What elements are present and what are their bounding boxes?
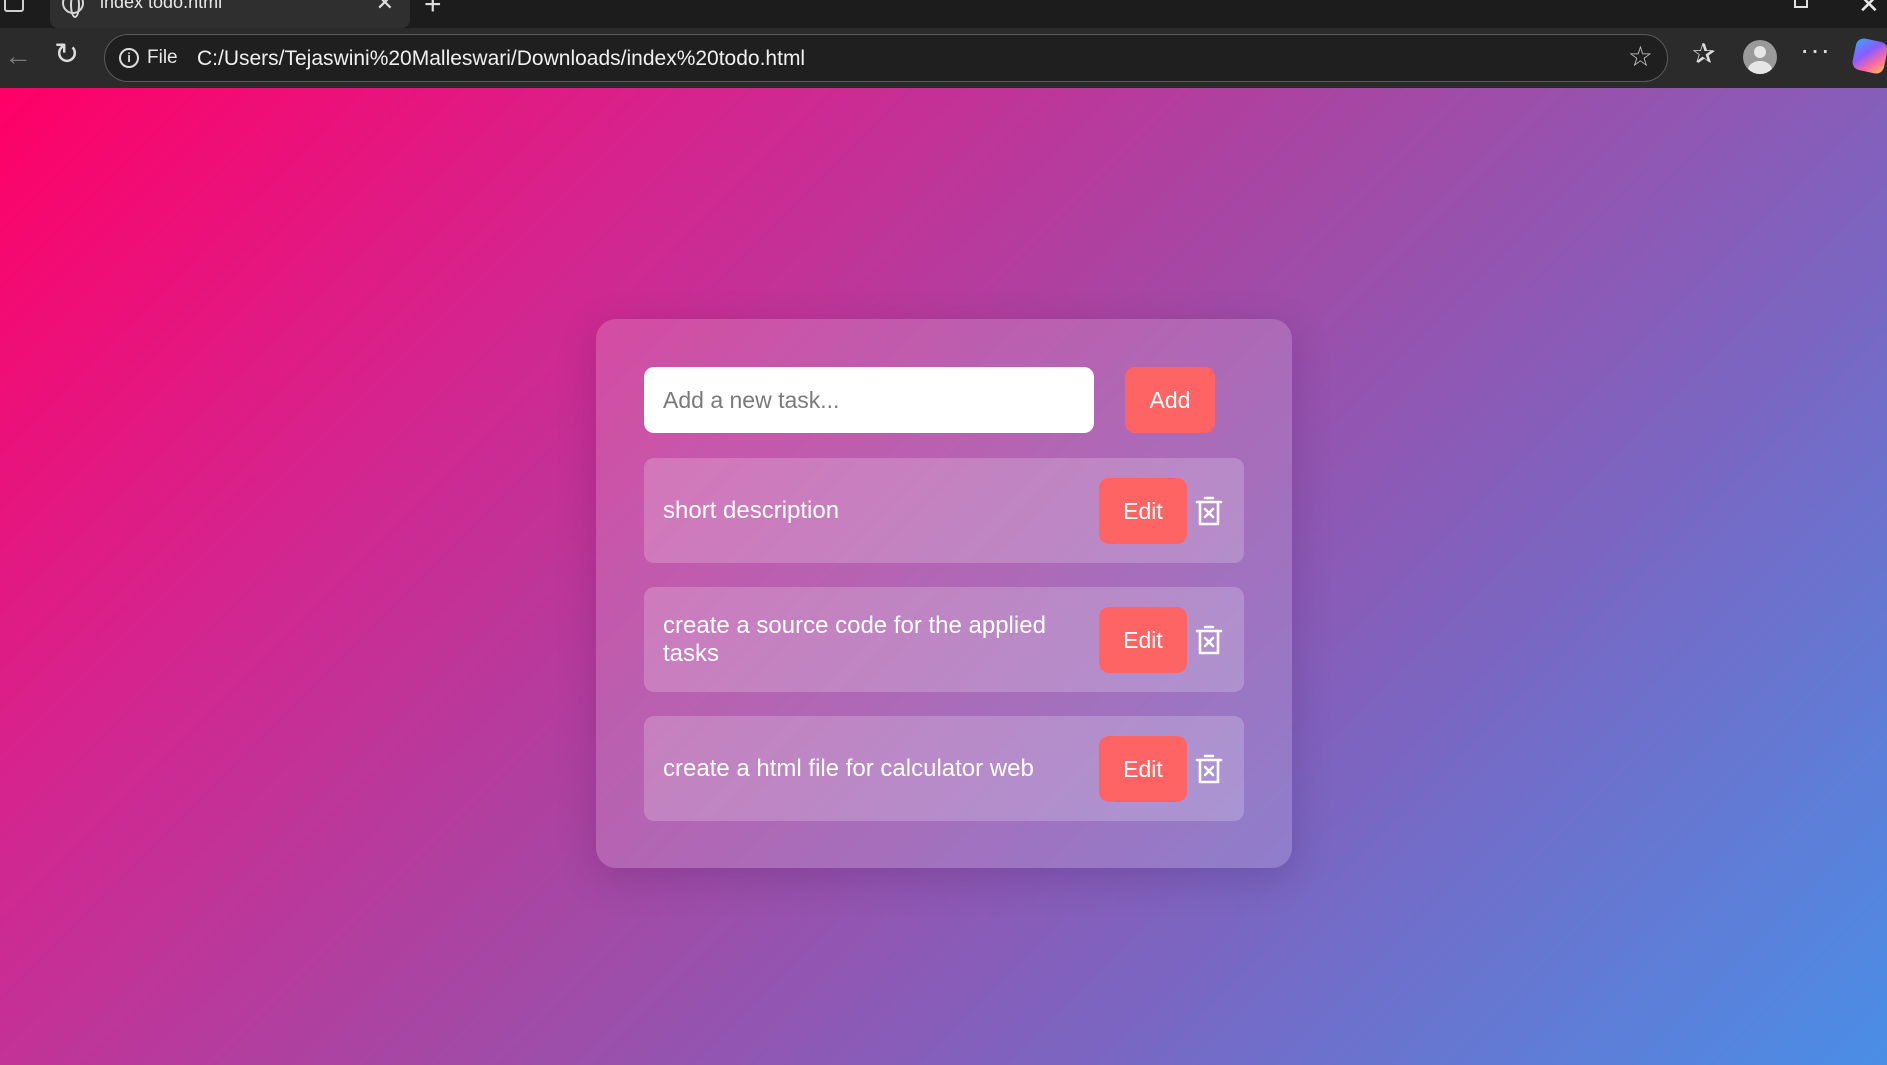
address-bar[interactable]: i File C:/Users/Tejaswini%20Malleswari/D… — [104, 34, 1668, 82]
task-text: create a html file for calculator web — [663, 754, 1034, 782]
info-icon[interactable]: i — [119, 48, 139, 68]
edit-task-button[interactable]: Edit — [1099, 607, 1187, 673]
browser-tab-bar: index todo.html ✕ + ✕ — [0, 0, 1887, 28]
back-icon[interactable]: ← — [4, 42, 32, 70]
window-close-icon[interactable]: ✕ — [1858, 0, 1880, 17]
add-task-button[interactable]: Add — [1125, 367, 1215, 433]
more-options-icon[interactable]: ··· — [1800, 36, 1831, 64]
edit-task-button[interactable]: Edit — [1099, 736, 1187, 802]
profile-avatar-icon[interactable] — [1743, 40, 1777, 74]
new-tab-icon[interactable]: + — [424, 0, 442, 20]
reload-icon[interactable]: ↻ — [54, 40, 79, 70]
globe-icon — [62, 0, 84, 18]
tab-actions-icon[interactable] — [4, 0, 24, 12]
window-restore-icon[interactable] — [1794, 0, 1808, 8]
task-text: short description — [663, 496, 840, 524]
new-task-input[interactable] — [644, 367, 1094, 433]
trash-icon[interactable] — [1192, 623, 1226, 657]
tab-close-icon[interactable]: ✕ — [376, 0, 394, 14]
edit-task-button[interactable]: Edit — [1099, 478, 1187, 544]
task-item: create a source code for the applied tas… — [644, 587, 1244, 692]
tab-title: index todo.html — [100, 0, 223, 12]
trash-icon[interactable] — [1192, 752, 1226, 786]
task-item: create a html file for calculator web Ed… — [644, 716, 1244, 821]
url-text[interactable]: C:/Users/Tejaswini%20Malleswari/Download… — [197, 47, 805, 71]
trash-icon[interactable] — [1192, 494, 1226, 528]
browser-tab[interactable]: index todo.html ✕ — [50, 0, 410, 28]
copilot-icon[interactable] — [1851, 37, 1887, 75]
browser-toolbar: ← ↻ i File C:/Users/Tejaswini%20Malleswa… — [0, 28, 1887, 88]
task-list: short description Edit create a source c… — [644, 458, 1244, 845]
page-background: Add short description Edit create a sour… — [0, 88, 1887, 1065]
task-text: create a source code for the applied tas… — [663, 611, 1046, 667]
favorites-icon[interactable]: ✰ — [1692, 40, 1715, 68]
address-scheme-label: File — [147, 47, 178, 68]
star-icon[interactable]: ☆ — [1628, 43, 1653, 71]
todo-card: Add short description Edit create a sour… — [596, 319, 1292, 868]
task-item: short description Edit — [644, 458, 1244, 563]
